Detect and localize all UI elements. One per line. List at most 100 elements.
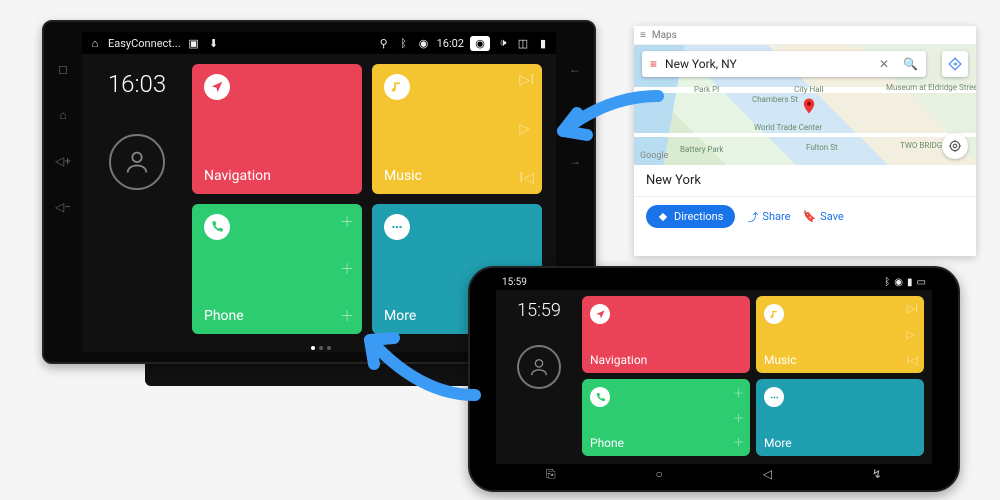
avatar[interactable] (109, 134, 165, 190)
page-dots (311, 346, 331, 350)
directions-label: Directions (674, 210, 723, 223)
poi-label: City Hall (794, 85, 824, 94)
save-label: Save (820, 210, 844, 223)
back-icon[interactable]: ◁ (763, 467, 772, 481)
locate-button[interactable] (942, 133, 968, 159)
location-icon: ⚲ (377, 37, 391, 50)
share-label: Share (762, 210, 790, 223)
home-status-icon[interactable]: ⌂ (88, 37, 102, 50)
directions-icon (658, 212, 668, 222)
directions-button[interactable]: Directions (646, 205, 735, 228)
phone-launcher-clock: 15:59 (517, 300, 561, 321)
clear-icon[interactable]: ✕ (879, 57, 889, 71)
signal-icon: ▮ (536, 37, 550, 50)
user-icon (528, 356, 550, 378)
directions-square[interactable] (942, 51, 968, 77)
recents-icon[interactable]: ⎘ (546, 467, 556, 482)
battery-icon: ▭ (917, 277, 926, 288)
sound-icon: 🕩 (496, 36, 510, 50)
tile-navigation[interactable]: Navigation (192, 64, 362, 194)
wifi-icon: ◉ (894, 277, 903, 288)
directions-icon (948, 57, 962, 71)
phone-side-icons: ＋＋＋ (733, 385, 744, 450)
tile-phone[interactable]: ＋＋＋ Phone (582, 379, 750, 456)
music-icon (384, 74, 410, 100)
poi-label: Museum at Eldridge Street (886, 83, 976, 92)
phone-status-time: 15:59 (502, 277, 527, 288)
maps-label: Maps (652, 30, 677, 41)
map-search[interactable]: ≡ New York, NY ✕ 🔍 (642, 51, 926, 77)
map-pin-icon (800, 97, 818, 115)
tile-more[interactable]: More (756, 379, 924, 456)
navigation-icon (204, 74, 230, 100)
status-time: 16:02 (437, 37, 464, 50)
search-result[interactable]: New York (634, 165, 976, 197)
tile-label: Navigation (590, 353, 742, 367)
save-button[interactable]: 🔖 Save (802, 210, 843, 223)
menu-lines-icon: ≡ (650, 57, 657, 71)
home-icon[interactable]: ⌂ (59, 108, 66, 122)
hamburger-icon[interactable]: ≡ (640, 30, 646, 41)
tile-music[interactable]: ▷I▷I◁ Music (756, 296, 924, 373)
search-icon[interactable]: 🔍 (903, 57, 918, 71)
poi-label: Fulton St (806, 143, 838, 152)
poi-label: World Trade Center (754, 123, 822, 132)
phone-launcher: 15:59 Navigation ▷I▷I◁ Music ＋＋＋ (496, 290, 932, 464)
bt-icon: ᛒ (397, 37, 411, 50)
locate-icon (948, 139, 962, 153)
extra-icon[interactable]: ↯ (872, 467, 882, 481)
tile-phone[interactable]: ＋＋＋ Phone (192, 204, 362, 334)
tile-navigation[interactable]: Navigation (582, 296, 750, 373)
tile-label: Phone (204, 308, 350, 324)
phone-navbar: ⎘ ○ ◁ ↯ (496, 464, 932, 484)
camera-icon[interactable]: ◉ (470, 36, 490, 51)
playback-icons: ▷I▷I◁ (519, 72, 534, 186)
google-logo: Google (640, 151, 668, 161)
share-button[interactable]: ⤴ Share (747, 209, 790, 225)
arrow-icon[interactable]: → (569, 154, 581, 168)
search-value: New York, NY (665, 57, 737, 71)
avatar[interactable] (517, 345, 561, 389)
tile-label: More (764, 436, 916, 450)
phone-icon (204, 214, 230, 240)
user-icon (123, 148, 151, 176)
phone-screen: 15:59 ᛒ ◉ ▮ ▭ 15:59 Navigation ▷ (496, 274, 932, 484)
power-icon[interactable]: ◻ (58, 62, 68, 76)
phone-status-bar: 15:59 ᛒ ◉ ▮ ▭ (496, 274, 932, 290)
back-icon[interactable]: ← (569, 62, 581, 76)
tile-label: Music (764, 353, 916, 367)
phone-tile-grid: Navigation ▷I▷I◁ Music ＋＋＋ Phone More (582, 290, 932, 464)
share-icon: ⤴ (747, 209, 758, 225)
phone-icon (590, 387, 610, 407)
wifi-icon: ◉ (417, 37, 431, 50)
device-leftbar: ◻ ⌂ ◁+ ◁− (50, 28, 76, 356)
status-bar: ⌂ EasyConnect... ▣ ⬇ ⚲ ᛒ ◉ 16:02 ◉ 🕩 ◫ ▮ (82, 32, 556, 54)
volup-icon[interactable]: ◁+ (55, 154, 71, 168)
tile-label: Music (384, 168, 530, 184)
voldown-icon[interactable]: ◁− (55, 200, 71, 214)
bookmark-icon: 🔖 (802, 210, 816, 223)
tile-label: Navigation (204, 168, 350, 184)
phone-side-icons: ＋＋＋ (340, 212, 354, 326)
poi-label: Chambers St (752, 95, 798, 104)
phone-device: 15:59 ᛒ ◉ ▮ ▭ 15:59 Navigation ▷ (468, 266, 960, 492)
tile-music[interactable]: ▷I▷I◁ Music (372, 64, 542, 194)
download-icon: ⬇ (207, 37, 221, 50)
poi-label: Park Pl (694, 85, 719, 94)
picture-icon: ▣ (187, 37, 201, 50)
map-card: ≡ Maps World Trade Center Chambers St TW… (634, 26, 976, 256)
navigation-icon (590, 304, 610, 324)
menu-icon[interactable]: ≡ (571, 108, 578, 122)
signal-icon: ▮ (907, 277, 913, 288)
map-canvas[interactable]: World Trade Center Chambers St TWO BRIDG… (634, 45, 976, 165)
playback-icons: ▷I▷I◁ (907, 302, 918, 367)
action-row: Directions ⤴ Share 🔖 Save (634, 197, 976, 236)
home-icon[interactable]: ○ (656, 467, 663, 481)
more-icon (764, 387, 784, 407)
cast-icon: ◫ (516, 37, 530, 50)
app-name: EasyConnect... (108, 37, 181, 50)
tile-label: Phone (590, 436, 742, 450)
launcher-clock: 16:03 (108, 70, 166, 98)
map-topbar: ≡ Maps (634, 26, 976, 45)
poi-label: Battery Park (680, 145, 723, 154)
